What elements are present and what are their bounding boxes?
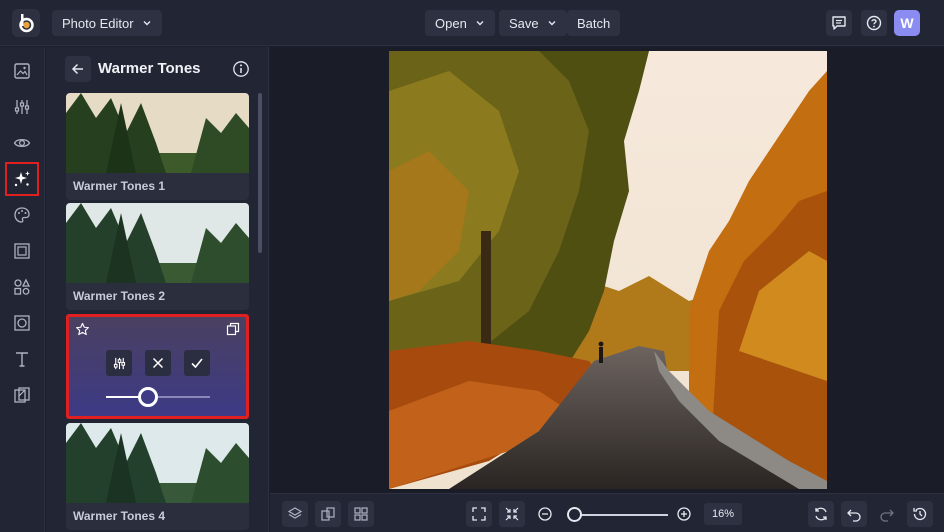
preset-thumbnail bbox=[66, 423, 249, 503]
info-icon[interactable] bbox=[232, 60, 250, 78]
preset-card[interactable]: Warmer Tones 4 bbox=[66, 423, 249, 530]
history-button[interactable] bbox=[907, 501, 933, 527]
open-button-label: Open bbox=[435, 15, 467, 31]
chat-icon bbox=[832, 16, 846, 30]
star-icon[interactable] bbox=[75, 322, 90, 337]
preset-label: Warmer Tones 4 bbox=[73, 509, 166, 523]
tool-rail bbox=[0, 47, 45, 532]
batch-button[interactable]: Batch bbox=[567, 10, 621, 36]
arrow-left-icon bbox=[71, 63, 83, 75]
preset-card-active[interactable] bbox=[66, 314, 249, 419]
preset-thumbnail bbox=[66, 203, 249, 283]
intensity-slider[interactable] bbox=[106, 396, 210, 398]
user-avatar[interactable]: W bbox=[894, 10, 920, 36]
preset-card[interactable]: Warmer Tones 1 bbox=[66, 93, 249, 200]
fit-screen-button[interactable] bbox=[466, 501, 492, 527]
close-icon bbox=[152, 357, 164, 369]
feedback-button[interactable] bbox=[826, 10, 852, 36]
panel-title: Warmer Tones bbox=[98, 60, 201, 77]
shapes-icon bbox=[14, 278, 31, 295]
undo-icon bbox=[847, 509, 861, 522]
zoom-in-icon bbox=[677, 507, 691, 521]
frame-icon bbox=[14, 243, 30, 259]
rail-item-edit[interactable] bbox=[8, 57, 36, 85]
actual-size-button[interactable] bbox=[499, 501, 525, 527]
reset-button[interactable] bbox=[808, 501, 834, 527]
chevron-down-icon bbox=[476, 21, 484, 26]
photo-canvas[interactable] bbox=[389, 51, 827, 489]
preset-card[interactable]: Warmer Tones 2 bbox=[66, 203, 249, 310]
undo-button[interactable] bbox=[841, 501, 867, 527]
zoom-out-button[interactable] bbox=[532, 501, 558, 527]
canvas-area bbox=[270, 47, 944, 493]
rail-item-adjust[interactable] bbox=[8, 93, 36, 121]
rail-item-effects[interactable] bbox=[5, 162, 39, 196]
copy-icon[interactable] bbox=[226, 322, 240, 336]
panel-scrollbar[interactable] bbox=[258, 93, 262, 253]
photo-editor-menu-label: Photo Editor bbox=[62, 15, 134, 31]
chevron-down-icon bbox=[548, 21, 556, 26]
layers-icon bbox=[287, 507, 303, 519]
logo-icon bbox=[19, 14, 34, 33]
rail-item-graphics[interactable] bbox=[8, 273, 36, 301]
checkmark-icon bbox=[191, 358, 203, 369]
graphics-icon bbox=[14, 387, 30, 403]
help-icon bbox=[866, 15, 882, 31]
back-button[interactable] bbox=[65, 56, 91, 82]
rail-item-artsy[interactable] bbox=[8, 201, 36, 229]
open-button[interactable]: Open bbox=[425, 10, 495, 36]
preset-label: Warmer Tones 1 bbox=[73, 179, 166, 193]
zoom-out-icon bbox=[538, 507, 552, 521]
preset-thumbnail bbox=[66, 93, 249, 173]
compare-button[interactable] bbox=[315, 501, 341, 527]
preset-label: Warmer Tones 2 bbox=[73, 289, 166, 303]
compare-icon bbox=[321, 507, 335, 521]
expand-icon bbox=[472, 507, 486, 521]
rail-item-overlays[interactable] bbox=[8, 309, 36, 337]
settings-sliders-icon bbox=[113, 357, 125, 369]
save-button-label: Save bbox=[509, 15, 539, 31]
help-button[interactable] bbox=[861, 10, 887, 36]
grid-icon bbox=[354, 507, 368, 521]
zoom-in-button[interactable] bbox=[671, 501, 697, 527]
redo-button[interactable] bbox=[874, 501, 900, 527]
effects-sparkle-icon bbox=[14, 171, 30, 187]
grid-button[interactable] bbox=[348, 501, 374, 527]
batch-button-label: Batch bbox=[577, 15, 611, 31]
rail-item-textures[interactable] bbox=[8, 381, 36, 409]
zoom-level[interactable]: 16% bbox=[704, 503, 742, 525]
app-logo[interactable] bbox=[12, 9, 40, 37]
overlay-icon bbox=[14, 315, 30, 331]
rail-item-frames[interactable] bbox=[8, 237, 36, 265]
layers-button[interactable] bbox=[282, 501, 308, 527]
photo-editor-menu[interactable]: Photo Editor bbox=[52, 10, 162, 36]
refresh-icon bbox=[815, 507, 827, 521]
rail-item-text[interactable] bbox=[8, 345, 36, 373]
chevron-down-icon bbox=[143, 21, 151, 26]
top-bar: Photo Editor Open Save Batch W bbox=[0, 0, 944, 46]
rail-item-touch-up[interactable] bbox=[8, 129, 36, 157]
panel-header: Warmer Tones bbox=[46, 47, 268, 89]
intensity-slider-handle[interactable] bbox=[137, 387, 158, 407]
zoom-slider-handle[interactable] bbox=[567, 507, 583, 522]
zoom-slider[interactable] bbox=[570, 514, 668, 516]
text-icon bbox=[16, 352, 28, 367]
preset-apply-button[interactable] bbox=[184, 350, 210, 376]
eye-icon bbox=[13, 138, 31, 148]
effects-panel: Warmer Tones Warmer Tones 1 Warmer Tones… bbox=[46, 47, 269, 532]
adjust-sliders-icon bbox=[14, 100, 30, 114]
preset-settings-button[interactable] bbox=[106, 350, 132, 376]
bottom-toolbar: 16% bbox=[270, 493, 944, 532]
redo-icon bbox=[880, 509, 894, 522]
image-icon bbox=[14, 63, 30, 79]
palette-icon bbox=[14, 207, 30, 223]
save-button[interactable]: Save bbox=[499, 10, 567, 36]
preset-cancel-button[interactable] bbox=[145, 350, 171, 376]
history-icon bbox=[913, 507, 927, 521]
shrink-icon bbox=[505, 507, 519, 521]
